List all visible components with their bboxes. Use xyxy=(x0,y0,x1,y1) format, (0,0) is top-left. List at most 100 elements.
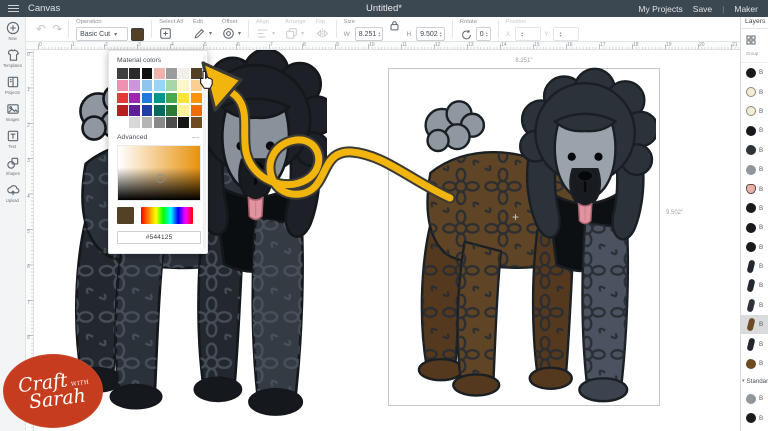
color-swatch[interactable] xyxy=(142,68,153,79)
layer-row[interactable]: B xyxy=(741,179,768,198)
color-swatch[interactable] xyxy=(178,93,189,104)
color-swatch[interactable] xyxy=(117,80,128,91)
sidebar-item-images[interactable]: Images xyxy=(0,98,26,125)
my-projects-link[interactable]: My Projects xyxy=(638,4,682,14)
color-swatch[interactable] xyxy=(154,80,165,91)
operation-color-swatch[interactable] xyxy=(131,28,144,41)
layer-label: B xyxy=(759,263,763,270)
color-swatch[interactable] xyxy=(191,105,202,116)
color-swatch[interactable] xyxy=(178,68,189,79)
layer-label: B xyxy=(759,166,763,173)
color-swatch[interactable] xyxy=(129,80,140,91)
rotate-field[interactable]: 0 ▴▾ xyxy=(476,27,491,41)
color-swatch[interactable] xyxy=(117,117,128,128)
color-swatch[interactable] xyxy=(166,93,177,104)
sidebar-item-upload[interactable]: Upload xyxy=(0,179,26,206)
layer-thumbnail xyxy=(747,337,756,351)
rotate-stepper[interactable]: ▴▾ xyxy=(486,31,488,38)
layer-row[interactable]: B xyxy=(741,218,768,237)
operation-select[interactable]: Basic Cut ▾ xyxy=(76,27,128,41)
color-swatch[interactable] xyxy=(166,117,177,128)
offset-label: Offset xyxy=(222,19,241,25)
color-swatch[interactable] xyxy=(129,105,140,116)
color-swatch[interactable] xyxy=(154,93,165,104)
lock-icon[interactable] xyxy=(388,19,401,32)
layer-row[interactable]: B xyxy=(741,276,768,295)
images-icon xyxy=(6,102,20,116)
sidebar-item-projects[interactable]: Projects xyxy=(0,71,26,98)
layer-row[interactable]: B xyxy=(741,82,768,101)
height-stepper[interactable]: ▴▾ xyxy=(440,31,442,38)
undo-button[interactable]: ↶ xyxy=(36,22,46,36)
color-swatch[interactable] xyxy=(142,80,153,91)
color-swatch[interactable] xyxy=(129,117,140,128)
color-swatch[interactable] xyxy=(142,93,153,104)
layer-row[interactable]: B xyxy=(741,296,768,315)
offset-icon[interactable] xyxy=(222,27,235,40)
select-all-icon[interactable] xyxy=(159,27,172,40)
group-icon[interactable] xyxy=(746,32,756,42)
redo-button[interactable]: ↷ xyxy=(52,22,62,36)
chevron-down-icon[interactable]: ▾ xyxy=(209,30,212,37)
layer-row[interactable]: B xyxy=(741,160,768,179)
color-swatch[interactable] xyxy=(129,68,140,79)
picker-cursor[interactable] xyxy=(156,174,165,183)
layer-label: B xyxy=(759,395,763,402)
align-icon xyxy=(256,27,269,40)
height-field[interactable]: 9.502 ▴▾ xyxy=(416,27,445,41)
layer-row[interactable]: B xyxy=(741,315,768,334)
poodle-artwork-right[interactable] xyxy=(392,66,656,406)
width-stepper[interactable]: ▴▾ xyxy=(378,31,380,38)
color-swatch[interactable] xyxy=(154,68,165,79)
color-swatch[interactable] xyxy=(154,117,165,128)
layer-row[interactable]: B xyxy=(741,238,768,257)
layer-row[interactable]: B xyxy=(741,354,768,373)
color-swatch[interactable] xyxy=(117,105,128,116)
color-swatch[interactable] xyxy=(166,105,177,116)
layer-row[interactable]: B xyxy=(741,141,768,160)
machine-selector[interactable]: Maker xyxy=(734,4,758,14)
panel-scrollbar[interactable] xyxy=(203,55,206,249)
layer-row[interactable]: B xyxy=(741,102,768,121)
hex-color-input[interactable] xyxy=(117,231,201,244)
sidebar-item-new[interactable]: New xyxy=(0,17,26,44)
color-swatch[interactable] xyxy=(129,93,140,104)
color-swatch[interactable] xyxy=(117,68,128,79)
color-swatch[interactable] xyxy=(142,117,153,128)
layer-thumbnail xyxy=(746,184,756,194)
hue-slider[interactable] xyxy=(141,207,193,224)
color-swatch[interactable] xyxy=(166,68,177,79)
layer-row[interactable]: B xyxy=(741,257,768,276)
chevron-down-icon[interactable]: ▾ xyxy=(238,30,241,37)
ruler-number: 15 xyxy=(534,42,567,49)
color-swatch[interactable] xyxy=(191,93,202,104)
color-swatch[interactable] xyxy=(178,117,189,128)
layer-row[interactable]: B xyxy=(741,334,768,353)
sidebar-item-shapes[interactable]: Shapes xyxy=(0,152,26,179)
width-field[interactable]: 8.251 ▴▾ xyxy=(355,27,384,41)
menu-icon[interactable] xyxy=(8,5,19,12)
ruler-number: 3 xyxy=(138,42,171,49)
color-swatch[interactable] xyxy=(178,105,189,116)
color-swatch[interactable] xyxy=(117,93,128,104)
color-swatch[interactable] xyxy=(166,80,177,91)
layer-group-standard[interactable]: ▾ Standar xyxy=(741,373,768,389)
size-label: Size xyxy=(344,19,384,25)
sidebar-item-text[interactable]: Text xyxy=(0,125,26,152)
edit-icon[interactable] xyxy=(193,27,206,40)
layer-row[interactable]: B xyxy=(741,199,768,218)
collapse-icon[interactable]: — xyxy=(192,134,199,141)
layer-row[interactable]: B xyxy=(741,121,768,140)
save-link[interactable]: Save xyxy=(693,4,712,14)
color-swatch[interactable] xyxy=(178,80,189,91)
color-swatch[interactable] xyxy=(142,105,153,116)
layer-row[interactable]: B xyxy=(741,409,768,428)
color-swatch[interactable] xyxy=(191,80,202,91)
color-swatch[interactable] xyxy=(191,68,202,79)
saturation-brightness-picker[interactable] xyxy=(117,145,201,201)
layer-row[interactable]: B xyxy=(741,389,768,408)
color-swatch[interactable] xyxy=(154,105,165,116)
sidebar-item-templates[interactable]: Templates xyxy=(0,44,26,71)
color-swatch[interactable] xyxy=(191,117,202,128)
layer-row[interactable]: B xyxy=(741,63,768,82)
